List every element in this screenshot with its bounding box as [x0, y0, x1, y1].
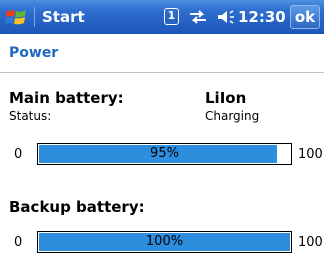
title-separator — [34, 7, 35, 27]
header-divider — [0, 72, 324, 73]
backup-battery-percent: 100% — [145, 234, 184, 249]
title-start-label[interactable]: Start — [42, 8, 85, 26]
clock[interactable]: 12:30 — [238, 8, 286, 26]
backup-battery-max-label: 100 — [298, 235, 323, 250]
main-battery-label: Main battery: — [9, 89, 124, 107]
main-battery-max-label: 100 — [298, 147, 323, 162]
notification-one-icon[interactable]: 1 — [164, 8, 179, 25]
main-battery-min-label: 0 — [14, 147, 23, 162]
title-bar: Start 1 12:30 ok — [0, 0, 324, 34]
main-battery-status-label: Status: — [9, 109, 52, 123]
volume-icon[interactable] — [216, 8, 236, 26]
backup-battery-min-label: 0 — [14, 235, 23, 250]
backup-battery-label: Backup battery: — [9, 198, 145, 216]
main-battery-progress-bar: 95% — [37, 143, 292, 165]
main-battery-status-value: Charging — [205, 109, 260, 123]
page-title: Power — [9, 45, 59, 61]
start-button[interactable] — [4, 6, 30, 28]
main-battery-type: LiIon — [205, 89, 247, 107]
connectivity-icon[interactable] — [187, 7, 209, 27]
backup-battery-progress-bar: 100% — [37, 231, 292, 253]
main-battery-percent: 95% — [150, 146, 179, 161]
windows-flag-icon — [5, 10, 26, 25]
ok-button[interactable]: ok — [290, 5, 320, 29]
